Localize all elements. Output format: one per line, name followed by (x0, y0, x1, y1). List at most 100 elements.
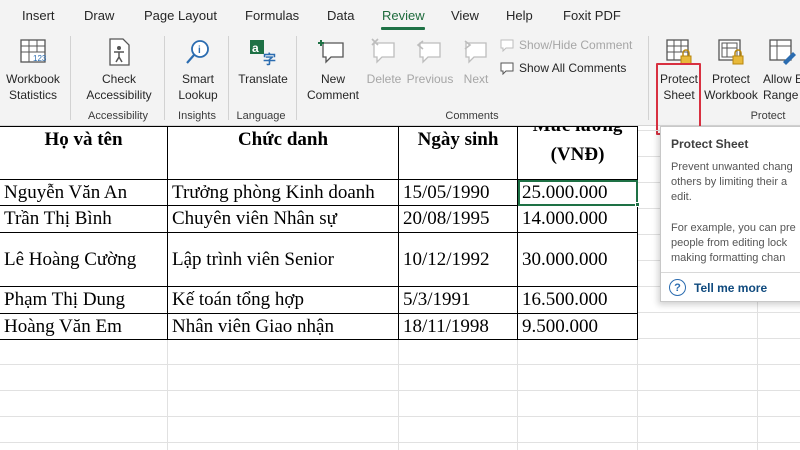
ribbon-separator (228, 36, 229, 120)
header-name[interactable]: Họ và tên (0, 126, 168, 180)
protect-workbook-icon (718, 39, 744, 65)
cell-name[interactable]: Hoàng Văn Em (0, 313, 168, 340)
smart-lookup-icon: i (186, 40, 209, 64)
group-label-accessibility: Accessibility (88, 110, 148, 122)
protect-workbook-button[interactable]: Protect Workbook (703, 32, 759, 108)
cell-salary[interactable]: 9.500.000 (517, 313, 638, 340)
cell-salary[interactable]: 16.500.000 (517, 286, 638, 314)
workbook-statistics-button[interactable]: 123 Workbook Statistics (0, 32, 66, 108)
cell-dob[interactable]: 20/08/1995 (398, 205, 518, 233)
tab-view[interactable]: View (451, 8, 479, 23)
svg-text:a: a (252, 41, 259, 55)
previous-comment-icon (416, 40, 441, 64)
tell-me-more-link[interactable]: ? Tell me more (669, 279, 767, 296)
tooltip-text: others by limiting their a (671, 176, 788, 188)
workbook-statistics-icon: 123 (20, 39, 47, 63)
protect-sheet-tooltip: Protect Sheet Prevent unwanted chang oth… (660, 126, 800, 302)
smart-lookup-label: Smart Lookup (178, 72, 218, 102)
cell-salary[interactable]: 30.000.000 (517, 232, 638, 287)
table-row: Phạm Thị Dung Kế toán tổng hợp 5/3/1991 … (0, 286, 638, 314)
svg-text:字: 字 (263, 52, 276, 67)
cell-name[interactable]: Nguyễn Văn An (0, 179, 168, 206)
header-salary-line1: Mức lương (518, 127, 637, 137)
cell-title[interactable]: Lập trình viên Senior (167, 232, 399, 287)
translate-button[interactable]: a 字 Translate (234, 32, 292, 108)
check-accessibility-button[interactable]: Check Accessibility (76, 32, 162, 108)
translate-icon: a 字 (250, 40, 276, 67)
tab-data[interactable]: Data (327, 8, 354, 23)
show-hide-comment-icon (500, 39, 514, 52)
ribbon-separator (648, 36, 649, 120)
new-comment-icon (318, 40, 344, 64)
cell-name[interactable]: Phạm Thị Dung (0, 286, 168, 314)
ribbon-separator (164, 36, 165, 120)
tab-formulas[interactable]: Formulas (245, 8, 299, 23)
header-dob[interactable]: Ngày sinh (398, 126, 518, 180)
header-salary[interactable]: Mức lương (VNĐ) (517, 126, 638, 180)
show-hide-comment-label: Show/Hide Comment (519, 38, 633, 52)
svg-text:123: 123 (33, 54, 47, 63)
show-hide-comment-button[interactable]: Show/Hide Comment (500, 35, 632, 55)
delete-comment-button[interactable]: Delete (364, 32, 404, 108)
cell-title[interactable]: Nhân viên Giao nhận (167, 313, 399, 340)
tooltip-text: Prevent unwanted chang (671, 161, 793, 173)
next-comment-label: Next (463, 72, 489, 86)
translate-label: Translate (238, 72, 288, 86)
allow-edit-ranges-button[interactable]: Allow E Range (760, 32, 800, 108)
previous-comment-label: Previous (406, 72, 454, 86)
tab-insert[interactable]: Insert (22, 8, 55, 23)
table-row: Trần Thị Bình Chuyên viên Nhân sự 20/08/… (0, 205, 638, 233)
new-comment-button[interactable]: New Comment (302, 32, 364, 108)
show-all-comments-label: Show All Comments (519, 61, 627, 75)
smart-lookup-button[interactable]: i Smart Lookup (170, 32, 226, 108)
ribbon-separator (296, 36, 297, 120)
group-label-comments: Comments (445, 110, 499, 122)
group-label-language: Language (236, 110, 286, 122)
show-all-comments-button[interactable]: Show All Comments (500, 58, 626, 78)
cell-dob[interactable]: 10/12/1992 (398, 232, 518, 287)
svg-text:i: i (198, 45, 201, 56)
tooltip-text: making formatting chan (671, 252, 786, 264)
cell-title[interactable]: Kế toán tổng hợp (167, 286, 399, 314)
cell-title[interactable]: Trưởng phòng Kinh doanh (167, 179, 399, 206)
protect-sheet-highlight (656, 63, 701, 135)
tab-help[interactable]: Help (506, 8, 533, 23)
tab-page-layout[interactable]: Page Layout (144, 8, 217, 23)
table-row: Lê Hoàng Cường Lập trình viên Senior 10/… (0, 232, 638, 287)
header-title[interactable]: Chức danh (167, 126, 399, 180)
tooltip-title: Protect Sheet (671, 137, 749, 151)
header-salary-stack: Mức lương (VNĐ) (518, 127, 637, 179)
next-comment-button[interactable]: Next (456, 32, 496, 108)
tab-foxit-pdf[interactable]: Foxit PDF (563, 8, 621, 23)
cell-salary-selected[interactable]: 25.000.000 (517, 179, 638, 206)
delete-comment-label: Delete (366, 72, 402, 86)
tooltip-text: edit. (671, 191, 692, 203)
workbook-statistics-label: Workbook Statistics (6, 72, 60, 102)
tab-draw[interactable]: Draw (84, 8, 114, 23)
cell-name[interactable]: Lê Hoàng Cường (0, 232, 168, 287)
employee-table: Họ và tên Chức danh Ngày sinh Mức lương … (0, 126, 638, 340)
group-label-insights: Insights (178, 110, 216, 122)
cell-dob[interactable]: 15/05/1990 (398, 179, 518, 206)
ribbon-tab-bar: Insert Draw Page Layout Formulas Data Re… (0, 0, 800, 32)
tooltip-text: people from editing lock (671, 237, 788, 249)
tooltip-divider (661, 272, 800, 273)
group-label-protect: Protect (750, 110, 786, 122)
allow-edit-ranges-icon (769, 39, 796, 65)
show-all-comments-icon (500, 62, 514, 75)
cell-name[interactable]: Trần Thị Bình (0, 205, 168, 233)
cell-dob[interactable]: 5/3/1991 (398, 286, 518, 314)
fill-handle[interactable] (635, 202, 640, 207)
tell-me-more-label: Tell me more (694, 280, 768, 295)
cell-title[interactable]: Chuyên viên Nhân sự (167, 205, 399, 233)
new-comment-label: New Comment (306, 72, 359, 102)
ribbon: 123 Workbook Statistics Check Accessibil… (0, 32, 800, 135)
delete-comment-icon (371, 38, 395, 64)
tab-review[interactable]: Review (382, 8, 425, 23)
cell-dob[interactable]: 18/11/1998 (398, 313, 518, 340)
cell-salary[interactable]: 14.000.000 (517, 205, 638, 233)
check-accessibility-label: Check Accessibility (86, 72, 152, 102)
header-salary-line2: (VNĐ) (550, 144, 605, 165)
previous-comment-button[interactable]: Previous (404, 32, 456, 108)
table-row: Hoàng Văn Em Nhân viên Giao nhận 18/11/1… (0, 313, 638, 340)
